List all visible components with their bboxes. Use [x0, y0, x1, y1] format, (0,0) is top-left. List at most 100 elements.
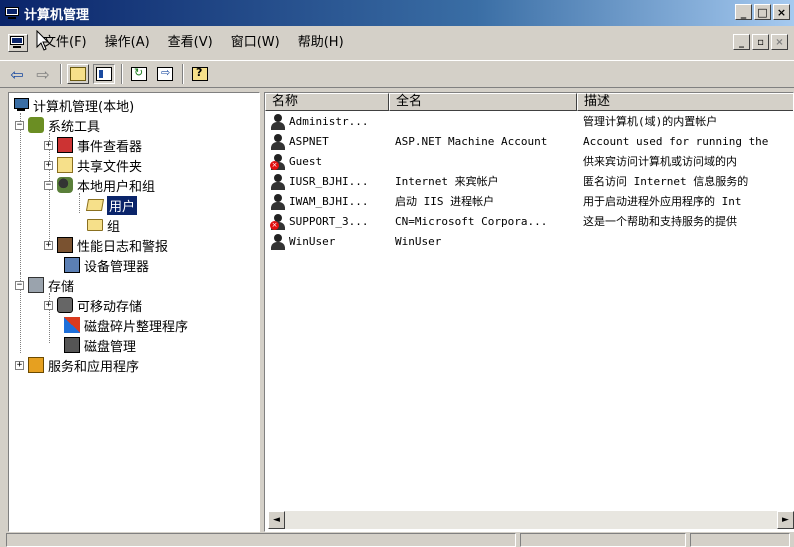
tree-item-users[interactable]: 用户 [85, 195, 138, 215]
cell-description: 这是一个帮助和支持服务的提供 [583, 215, 737, 228]
status-panel-main [6, 533, 516, 547]
table-row[interactable]: × Guest 供来宾访问计算机或访问域的内 [265, 152, 793, 172]
cell-description: 供来宾访问计算机或访问域的内 [583, 155, 737, 168]
menu-action[interactable]: 操作(A) [96, 32, 159, 54]
column-header-description[interactable]: 描述 [577, 93, 793, 111]
table-row[interactable]: × SUPPORT_3... CN=Microsoft Corpora... 这是一个… [265, 212, 793, 232]
tree-label: 用户 [107, 195, 138, 215]
child-restore-button[interactable]: ▫ [752, 34, 769, 50]
tree-item-disk-defragmenter[interactable]: 磁盘碎片整理程序 [64, 315, 188, 335]
menu-help[interactable]: 帮助(H) [289, 32, 353, 54]
expand-icon[interactable]: + [44, 160, 53, 170]
user-icon [270, 194, 286, 210]
child-minimize-button[interactable]: _ [733, 34, 750, 50]
status-panel-secondary [520, 533, 686, 547]
cell-fullname: WinUser [395, 235, 442, 248]
services-icon [28, 357, 44, 373]
cell-fullname [395, 152, 577, 172]
storage-icon [28, 277, 44, 293]
collapse-icon[interactable]: − [15, 280, 24, 290]
collapse-icon[interactable]: − [44, 180, 53, 190]
table-row[interactable]: WinUser WinUser [265, 232, 793, 252]
tree-item-system-tools[interactable]: − 系统工具 [15, 115, 100, 135]
collapse-icon[interactable]: − [15, 120, 24, 130]
expand-icon[interactable]: + [15, 360, 24, 370]
users-groups-icon [57, 177, 73, 193]
folder-open-icon [85, 199, 105, 211]
tree-item-shared-folders[interactable]: + 共享文件夹 [44, 155, 142, 175]
tools-icon [28, 117, 44, 133]
user-icon [270, 174, 286, 190]
disabled-badge-icon: × [270, 221, 279, 230]
disabled-badge-icon: × [270, 161, 279, 170]
user-icon: × [270, 154, 286, 170]
cell-fullname: Internet 来宾帐户 [395, 175, 499, 188]
menu-view[interactable]: 查看(V) [159, 32, 222, 54]
users-list[interactable]: 名称 全名 描述 Administr... 管理计算机(域)的内置帐户 ASPNET… [264, 92, 794, 532]
scroll-left-button[interactable]: ◄ [268, 511, 285, 529]
tree-item-groups[interactable]: 组 [87, 215, 120, 235]
help-icon[interactable]: ? [189, 64, 211, 84]
tree-item-local-users-groups[interactable]: − 本地用户和组 [44, 175, 155, 195]
tree-label: 计算机管理(本地) [33, 99, 135, 115]
menu-window[interactable]: 窗口(W) [222, 32, 289, 54]
cell-name: IWAM_BJHI... [289, 195, 369, 208]
tree-item-storage[interactable]: − 存储 [15, 275, 74, 295]
forward-icon[interactable]: ⇨ [32, 64, 54, 84]
user-icon [270, 134, 286, 150]
device-manager-icon [64, 257, 80, 273]
tree-item-services-applications[interactable]: + 服务和应用程序 [15, 355, 139, 375]
show-hide-tree-icon[interactable] [93, 64, 115, 84]
status-panel-tertiary [690, 533, 790, 547]
maximize-button[interactable]: □ [754, 4, 771, 20]
cell-description: Account used for running the [583, 135, 769, 148]
close-button[interactable]: × [773, 4, 790, 20]
toolbar: ⇦ ⇨ ↻ ⇨ ? [0, 60, 794, 88]
expand-icon[interactable]: + [44, 300, 53, 310]
refresh-icon[interactable]: ↻ [128, 64, 150, 84]
computer-management-icon [4, 6, 20, 20]
computer-icon [13, 97, 29, 113]
table-row[interactable]: IWAM_BJHI... 启动 IIS 进程帐户 用于启动进程外应用程序的 Int [265, 192, 793, 212]
cell-name: WinUser [289, 235, 336, 248]
child-close-button[interactable]: × [771, 34, 788, 50]
horizontal-scrollbar[interactable]: ◄ ► [268, 511, 794, 529]
system-menu-icon[interactable] [8, 34, 28, 52]
cell-description [583, 232, 793, 252]
console-tree[interactable]: 计算机管理(本地) − 系统工具 + 事件查看器 + 共享文件夹 − 本地用户和… [8, 92, 260, 532]
expand-icon[interactable]: + [44, 240, 53, 250]
cell-description: 管理计算机(域)的内置帐户 [583, 115, 718, 128]
column-header-fullname[interactable]: 全名 [389, 93, 577, 111]
user-icon [270, 234, 286, 250]
tree-item-device-manager[interactable]: 设备管理器 [64, 255, 149, 275]
tree-item-removable-storage[interactable]: + 可移动存储 [44, 295, 142, 315]
cell-fullname [395, 112, 577, 132]
disk-management-icon [64, 337, 80, 353]
title-bar[interactable]: 计算机管理 _ □ × [0, 0, 794, 26]
table-row[interactable]: Administr... 管理计算机(域)的内置帐户 [265, 112, 793, 132]
scroll-right-button[interactable]: ► [777, 511, 794, 529]
cell-name: ASPNET [289, 135, 329, 148]
tree-item-disk-management[interactable]: 磁盘管理 [64, 335, 136, 355]
back-icon[interactable]: ⇦ [6, 64, 28, 84]
tree-label: 事件查看器 [77, 139, 143, 155]
tree-label: 本地用户和组 [77, 179, 156, 195]
shared-folder-icon [57, 157, 73, 173]
tree-item-computer-management[interactable]: 计算机管理(本地) [13, 95, 134, 115]
table-row[interactable]: ASPNET ASP.NET Machine Account Account use… [265, 132, 793, 152]
tree-label: 服务和应用程序 [48, 359, 140, 375]
cell-fullname: ASP.NET Machine Account [395, 135, 548, 148]
expand-icon[interactable]: + [44, 140, 53, 150]
minimize-button[interactable]: _ [735, 4, 752, 20]
column-header-name[interactable]: 名称 [265, 93, 389, 111]
cell-name: SUPPORT_3... [289, 215, 369, 228]
window-title: 计算机管理 [24, 7, 90, 23]
export-list-icon[interactable]: ⇨ [154, 64, 176, 84]
menu-bar: 文件(F) 操作(A) 查看(V) 窗口(W) 帮助(H) [0, 27, 794, 59]
tree-item-event-viewer[interactable]: + 事件查看器 [44, 135, 142, 155]
tree-label: 可移动存储 [77, 299, 143, 315]
tree-item-performance-logs[interactable]: + 性能日志和警报 [44, 235, 168, 255]
table-row[interactable]: IUSR_BJHI... Internet 来宾帐户 匿名访问 Internet 信… [265, 172, 793, 192]
up-folder-icon[interactable] [67, 64, 89, 84]
tree-label: 磁盘碎片整理程序 [84, 319, 189, 335]
